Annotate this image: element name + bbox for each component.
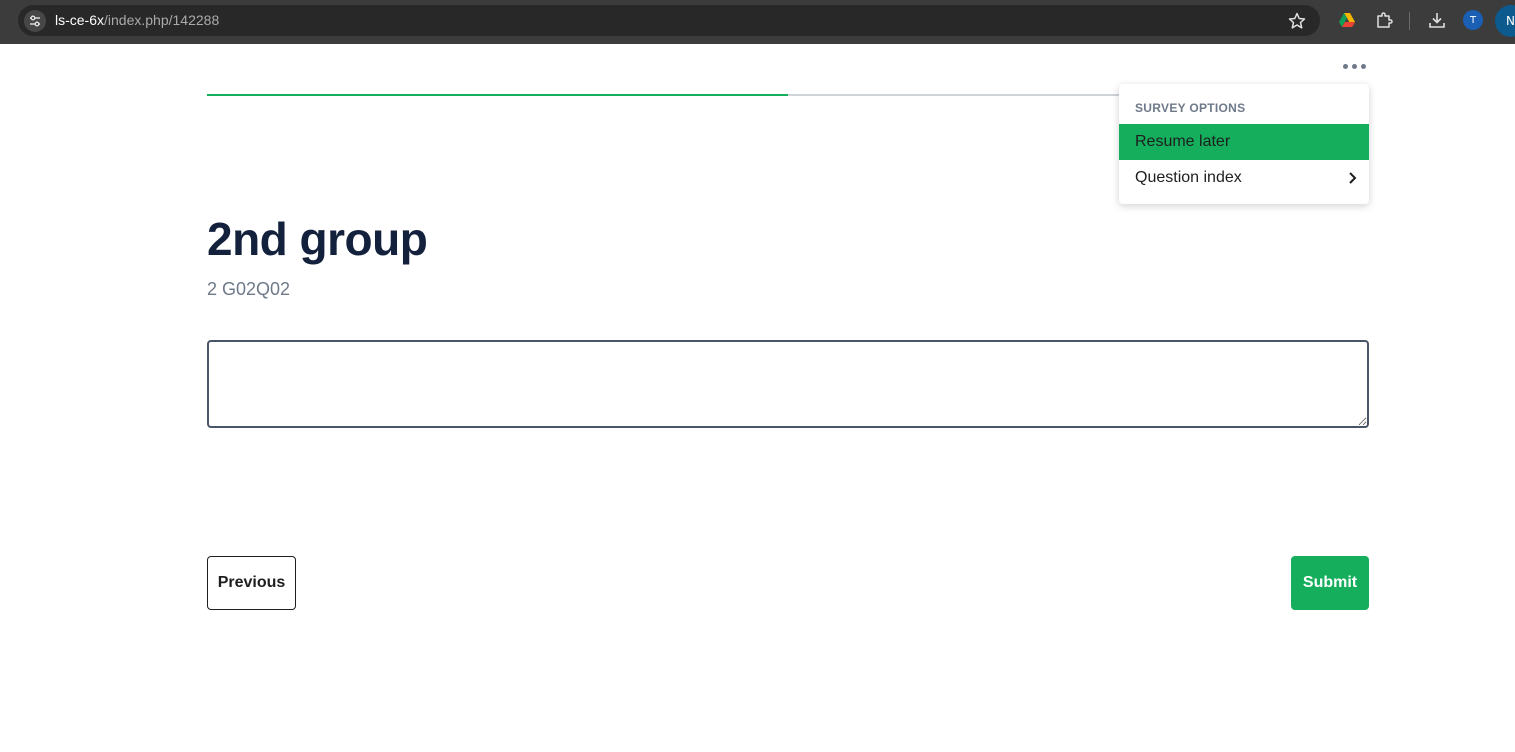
extensions-icon[interactable] <box>1374 10 1394 30</box>
progress-bar-fill <box>207 94 788 96</box>
survey-options-menu: SURVEY OPTIONS Resume later Question ind… <box>1119 84 1369 204</box>
answer-textarea[interactable] <box>207 340 1369 428</box>
profile-avatar[interactable]: N <box>1495 5 1515 37</box>
more-options-button[interactable] <box>1338 55 1370 77</box>
profile-avatar-small[interactable]: T <box>1463 10 1483 30</box>
question-label: 2 G02Q02 <box>207 279 291 299</box>
chevron-right-icon <box>1349 172 1357 184</box>
url-text[interactable]: ls-ce-6x/index.php/142288 <box>55 12 219 28</box>
dot-icon <box>1351 63 1357 69</box>
drive-icon[interactable] <box>1337 10 1357 30</box>
bookmark-star-icon[interactable] <box>1287 11 1307 31</box>
resume-later-label: Resume later <box>1135 133 1231 150</box>
previous-button[interactable]: Previous <box>207 556 296 610</box>
group-title: 2nd group <box>207 213 428 265</box>
submit-button[interactable]: Submit <box>1291 556 1369 610</box>
address-bar[interactable]: ls-ce-6x/index.php/142288 <box>18 5 1320 36</box>
site-settings-icon[interactable] <box>24 10 46 32</box>
survey-options-header: SURVEY OPTIONS <box>1135 101 1246 115</box>
dot-icon <box>1360 63 1366 69</box>
url-path: /index.php/142288 <box>104 12 220 28</box>
question-index-item[interactable]: Question index <box>1119 160 1369 196</box>
download-icon[interactable] <box>1427 10 1447 30</box>
resume-later-item[interactable]: Resume later <box>1119 124 1369 160</box>
url-host: ls-ce-6x <box>55 12 105 28</box>
dot-icon <box>1342 63 1348 69</box>
question-index-label: Question index <box>1135 169 1242 186</box>
toolbar-divider <box>1409 12 1410 30</box>
browser-toolbar: ls-ce-6x/index.php/142288 T N <box>0 0 1515 44</box>
